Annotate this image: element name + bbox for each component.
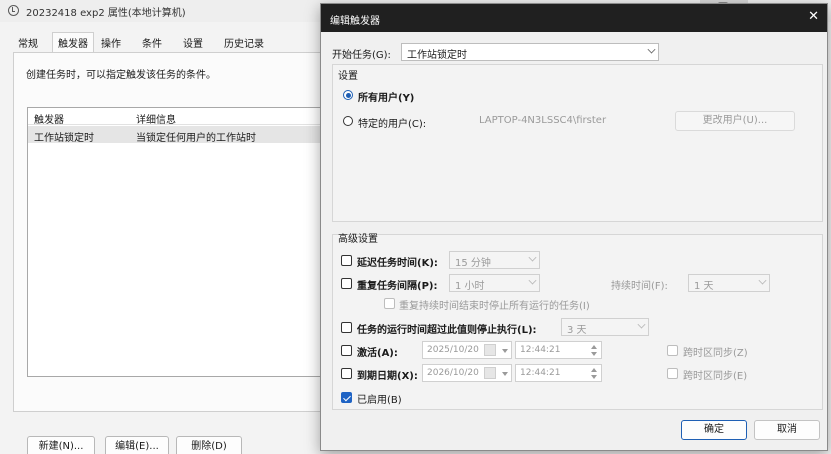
cancel-button[interactable]: 取消 [754,420,820,440]
ok-button[interactable]: 确定 [681,420,747,440]
edit-trigger-button[interactable]: 编辑(E)... [105,436,169,454]
any-user-radio[interactable] [343,90,353,100]
chevron-down-icon[interactable] [502,372,508,376]
settings-label: 设置 [338,71,358,82]
stop-all-checkbox[interactable] [384,298,395,309]
expire-time-value: 12:44:21 [520,368,561,378]
activate-date-field[interactable]: 2025/10/20 [422,341,512,359]
sync-tz-expire-label: 跨时区同步(E) [683,371,748,382]
properties-title: 20232418 exp2 属性(本地计算机) [26,8,186,19]
tab-settings[interactable]: 设置 [183,35,203,50]
triggers-description: 创建任务时，可以指定触发该任务的条件。 [26,70,216,81]
change-user-button[interactable]: 更改用户(U)... [675,111,795,131]
expire-time-field[interactable]: 12:44:21 [515,364,602,382]
specific-user-label[interactable]: 特定的用户(C): [358,115,426,130]
repeat-select[interactable]: 1 小时 [449,274,540,292]
calendar-icon[interactable] [484,344,496,356]
stop-if-select[interactable]: 3 天 [561,318,649,336]
spin-down-icon[interactable] [591,352,597,356]
triggers-list-header: 触发器 详细信息 [28,108,336,126]
dialog-title-bar: 编辑触发器 ✕ [321,4,827,32]
duration-value: 1 天 [694,281,714,292]
expire-label[interactable]: 到期日期(X): [357,367,418,382]
details-cell: 当锁定任何用户的工作站时 [136,133,256,144]
chevron-down-icon [647,45,656,54]
duration-select[interactable]: 1 天 [688,274,770,292]
activate-time-value: 12:44:21 [520,345,561,355]
clock-icon [8,5,19,16]
stop-if-checkbox[interactable] [341,322,352,333]
tab-triggers[interactable]: 触发器 [52,32,94,53]
settings-group [332,64,823,222]
triggers-tab-panel: 创建任务时，可以指定触发该任务的条件。 触发器 详细信息 工作站锁定时 当锁定任… [13,52,343,454]
table-row[interactable]: 工作站锁定时 当锁定任何用户的工作站时 [28,126,336,144]
chevron-down-icon [637,320,646,329]
expire-date-field[interactable]: 2026/10/20 [422,364,512,382]
repeat-label[interactable]: 重复任务间隔(P): [357,277,437,292]
begin-task-label: 开始任务(G): [332,50,391,61]
user-name-text: LAPTOP-4N3LSSC4\firster [479,115,607,126]
stop-if-value: 3 天 [567,325,587,336]
any-user-label[interactable]: 所有用户(Y) [358,89,414,104]
activate-date-value: 2025/10/20 [427,345,479,355]
repeat-value: 1 小时 [455,281,485,292]
delete-trigger-button[interactable]: 删除(D) [176,436,242,454]
sync-tz-activate-checkbox[interactable] [667,345,678,356]
edit-trigger-dialog: 编辑触发器 ✕ 开始任务(G): 工作站锁定时 设置 所有用户(Y) 特定的用户… [320,3,828,451]
specific-user-radio[interactable] [343,116,353,126]
tab-conditions[interactable]: 条件 [142,35,162,50]
activate-checkbox[interactable] [341,345,352,356]
enabled-label[interactable]: 已启用(B) [357,391,402,406]
stop-all-label: 重复持续时间结束时停止所有运行的任务(I) [399,301,590,312]
activate-time-field[interactable]: 12:44:21 [515,341,602,359]
tab-history[interactable]: 历史记录 [224,35,264,50]
triggers-list[interactable]: 触发器 详细信息 工作站锁定时 当锁定任何用户的工作站时 [27,107,337,377]
close-icon[interactable]: ✕ [808,9,819,24]
spin-up-icon[interactable] [591,345,597,349]
tab-general[interactable]: 常规 [18,35,38,50]
enabled-checkbox[interactable] [341,392,352,403]
repeat-checkbox[interactable] [341,278,352,289]
begin-task-value: 工作站锁定时 [407,50,467,61]
delay-select[interactable]: 15 分钟 [449,251,540,269]
chevron-down-icon [528,253,537,262]
column-header-trigger[interactable]: 触发器 [34,111,64,126]
calendar-icon[interactable] [484,367,496,379]
new-trigger-button[interactable]: 新建(N)... [27,436,95,454]
trigger-cell: 工作站锁定时 [34,133,94,144]
delay-checkbox[interactable] [341,255,352,266]
dialog-title: 编辑触发器 [330,16,380,27]
sync-tz-activate-label: 跨时区同步(Z) [683,348,748,359]
chevron-down-icon [528,276,537,285]
expire-date-value: 2026/10/20 [427,368,479,378]
spin-down-icon[interactable] [591,375,597,379]
tab-actions[interactable]: 操作 [101,35,121,50]
duration-label: 持续时间(F): [611,281,668,292]
chevron-down-icon[interactable] [502,349,508,353]
stop-if-label[interactable]: 任务的运行时间超过此值则停止执行(L): [357,321,537,336]
expire-checkbox[interactable] [341,368,352,379]
advanced-settings-label: 高级设置 [338,234,378,245]
column-header-details[interactable]: 详细信息 [136,111,176,126]
delay-value: 15 分钟 [455,258,491,269]
activate-label[interactable]: 激活(A): [357,344,398,359]
chevron-down-icon [758,276,767,285]
sync-tz-expire-checkbox[interactable] [667,368,678,379]
spin-up-icon[interactable] [591,368,597,372]
delay-label[interactable]: 延迟任务时间(K): [357,254,438,269]
begin-task-select[interactable]: 工作站锁定时 [401,43,659,61]
